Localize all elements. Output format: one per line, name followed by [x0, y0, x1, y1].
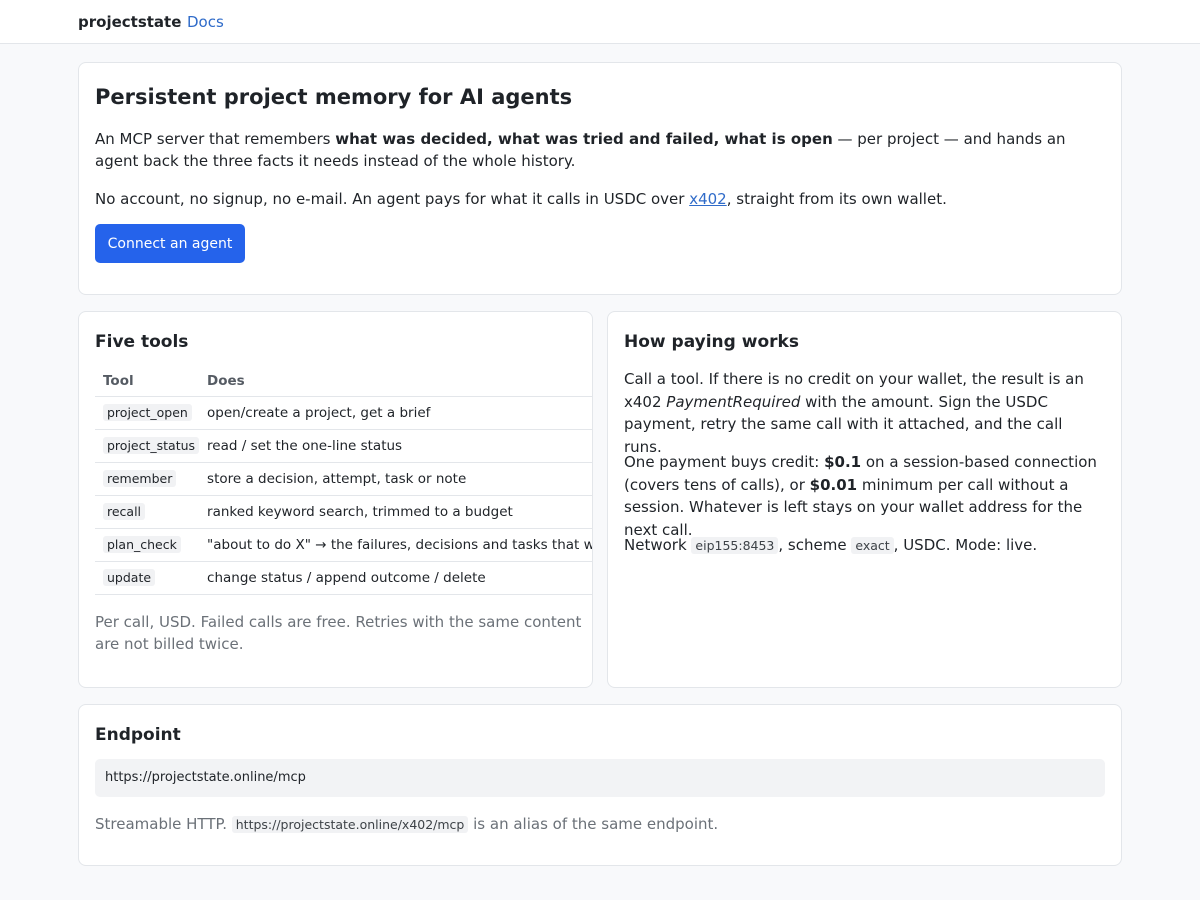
tools-title: Five tools — [95, 332, 189, 352]
hero-payment-prefix: No account, no signup, no e-mail. An age… — [95, 190, 690, 208]
credit-description: One payment buys credit: $0.1 on a sessi… — [624, 451, 1104, 541]
endpoint-note: Streamable HTTP. https://projectstate.on… — [95, 813, 1095, 836]
hero-payment-note: No account, no signup, no e-mail. An age… — [95, 188, 1100, 210]
credit-p2-a: One payment buys credit: — [624, 453, 825, 471]
column-header-does: Does — [199, 367, 592, 397]
network-info: Network eip155:8453, scheme exact, USDC.… — [624, 534, 1104, 558]
column-header-tool: Tool — [95, 367, 200, 397]
table-row: project_open open/create a project, get … — [95, 396, 592, 430]
endpoint-card: Endpoint https://projectstate.online/mcp… — [78, 704, 1122, 866]
top-nav: projectstate Docs — [0, 0, 1200, 44]
tool-name-cell: recall — [95, 495, 200, 529]
network-label: Network — [624, 536, 692, 554]
pricing-note: Per call, USD. Failed calls are free. Re… — [95, 613, 582, 653]
page-title: Persistent project memory for AI agents — [95, 85, 573, 109]
brand-logo[interactable]: projectstate — [78, 11, 181, 33]
tools-card: Five tools Tool Does project_open open/c… — [78, 311, 593, 688]
tool-description: store a decision, attempt, task or note — [199, 462, 592, 496]
tool-name-cell: plan_check — [95, 528, 200, 562]
hero-desc-prefix: An MCP server that remembers — [95, 130, 336, 148]
tool-name: plan_check — [103, 535, 181, 553]
per-call-price: $0.01 — [809, 475, 858, 494]
hero-payment-suffix: , straight from its own wallet. — [726, 190, 947, 208]
connect-agent-button[interactable]: Connect an agent — [95, 224, 245, 263]
table-row: recall ranked keyword search, trimmed to… — [95, 495, 592, 529]
tool-description: read / set the one-line status — [199, 429, 592, 463]
network-value: eip155:8453 — [691, 537, 779, 554]
tool-name-cell: remember — [95, 462, 200, 496]
table-row: plan_check "about to do X" → the failure… — [95, 528, 592, 562]
tool-description: open/create a project, get a brief — [199, 396, 592, 430]
tool-description: "about to do X" → the failures, decision… — [199, 528, 592, 562]
table-row: remember store a decision, attempt, task… — [95, 462, 592, 496]
endpoint-note-suffix: is an alias of the same endpoint. — [468, 815, 719, 833]
tool-name-cell: project_status — [95, 429, 200, 463]
alias-url: https://projectstate.online/x402/mcp — [231, 816, 469, 833]
tool-name: project_status — [103, 436, 200, 454]
tool-description: ranked keyword search, trimmed to a budg… — [199, 495, 592, 529]
endpoint-title: Endpoint — [95, 725, 181, 745]
paying-title: How paying works — [624, 332, 799, 352]
tool-name: recall — [103, 502, 146, 520]
table-row: update change status / append outcome / … — [95, 561, 592, 595]
scheme-value: exact — [851, 537, 894, 554]
hero-description: An MCP server that remembers what was de… — [95, 128, 1100, 172]
table-row: project_status read / set the one-line s… — [95, 429, 592, 463]
payment-required-term: PaymentRequired — [666, 392, 801, 411]
tool-name: remember — [103, 469, 177, 487]
docs-link[interactable]: Docs — [187, 11, 224, 33]
tool-name: update — [103, 568, 156, 586]
tool-description: change status / append outcome / delete — [199, 561, 592, 595]
session-price: $0.1 — [824, 453, 862, 471]
tools-table: Tool Does project_open open/create a pro… — [95, 367, 592, 595]
tools-table-header: Tool Does — [95, 367, 592, 397]
paying-card: How paying works Call a tool. If there i… — [607, 311, 1122, 688]
scheme-label: , scheme — [778, 536, 852, 554]
x402-link[interactable]: x402 — [689, 190, 727, 208]
tool-name-cell: project_open — [95, 396, 200, 430]
hero-card: Persistent project memory for AI agents … — [78, 62, 1122, 295]
hero-desc-bold: what was decided, what was tried and fai… — [335, 130, 833, 148]
endpoint-url[interactable]: https://projectstate.online/mcp — [95, 759, 1105, 797]
endpoint-note-prefix: Streamable HTTP. — [95, 815, 232, 833]
paying-description: Call a tool. If there is no credit on yo… — [624, 368, 1104, 458]
tool-name-cell: update — [95, 561, 200, 595]
network-suffix: , USDC. Mode: live. — [893, 536, 1038, 554]
tool-name: project_open — [103, 403, 192, 421]
